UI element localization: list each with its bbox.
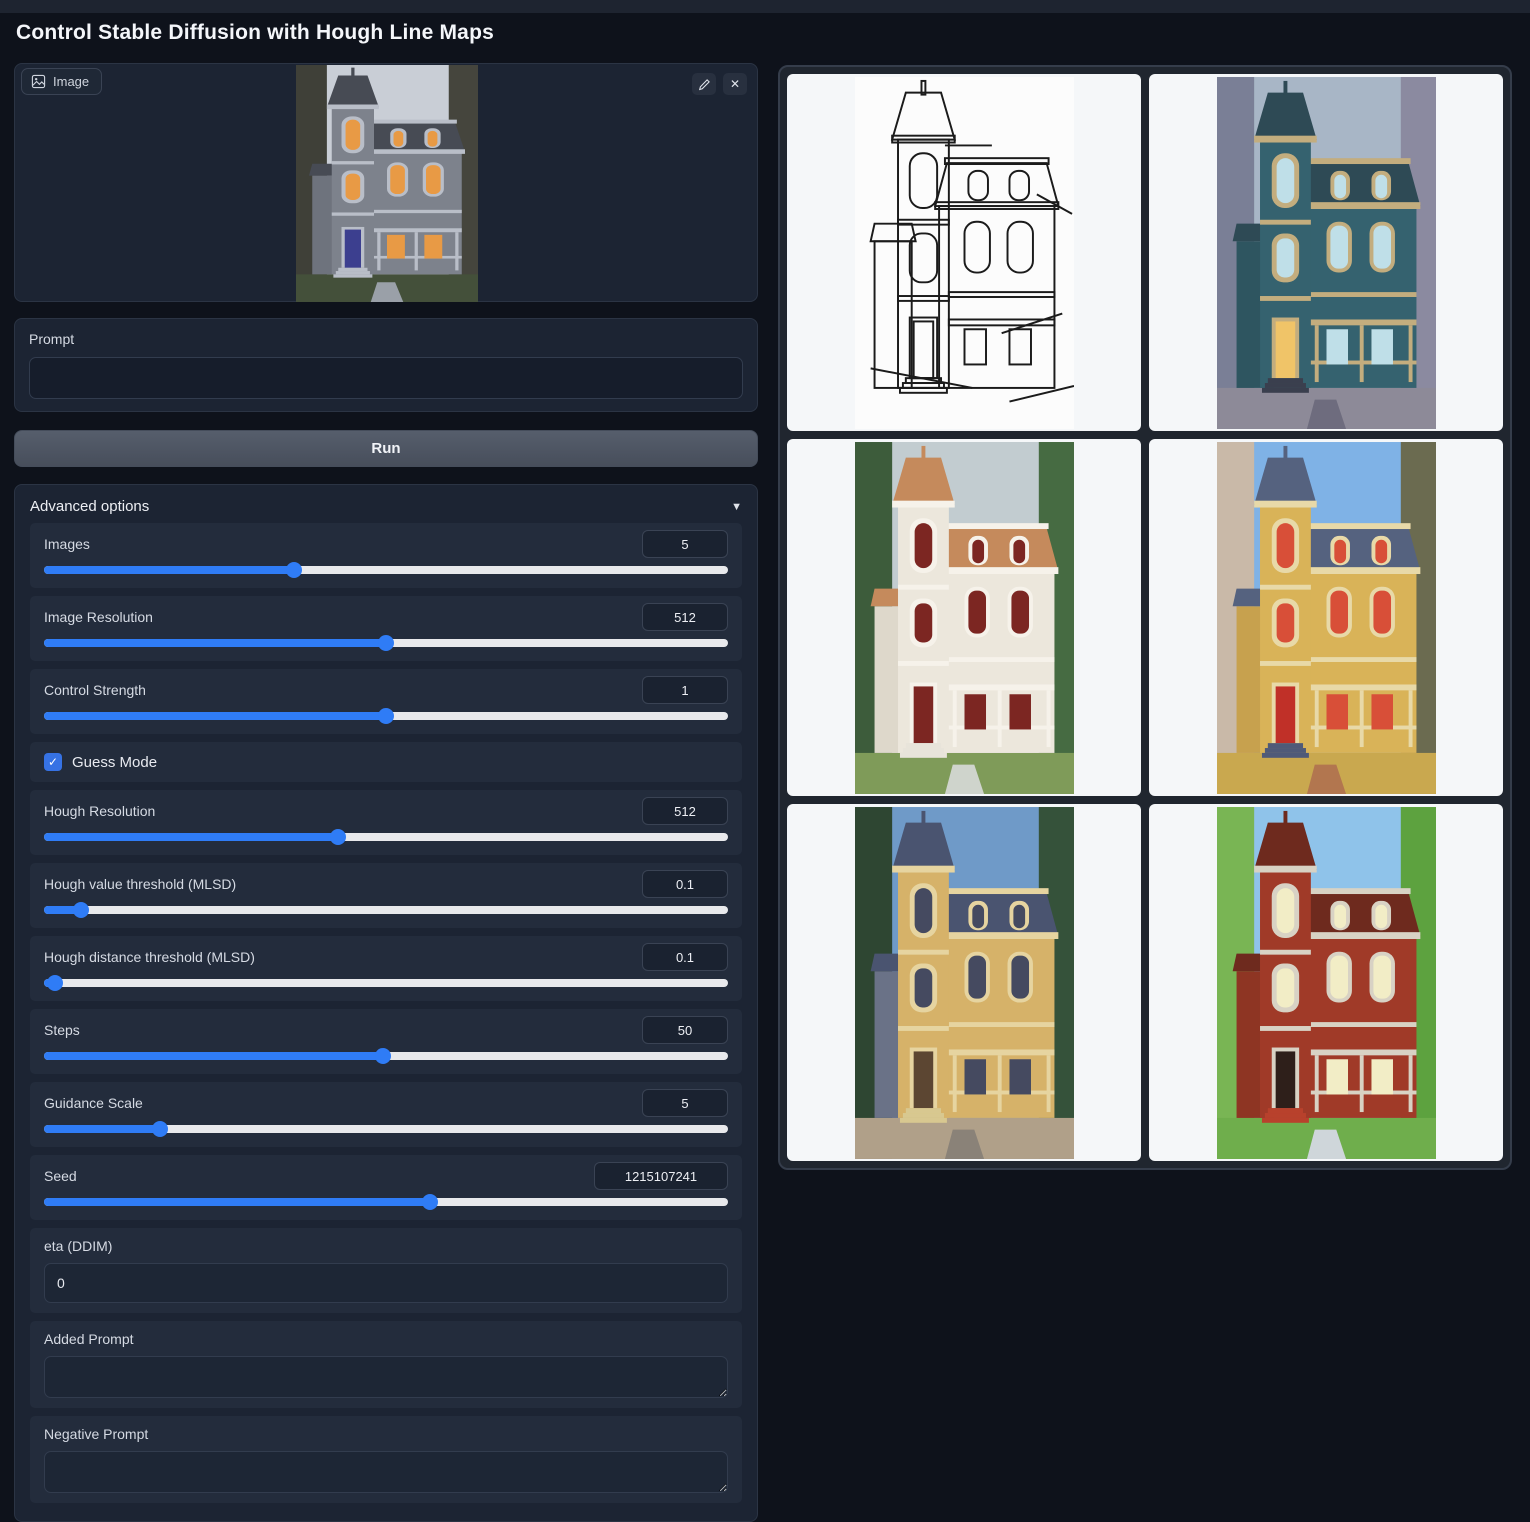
image-resolution-row: Image Resolution <box>30 596 742 661</box>
steps-label: Steps <box>44 1022 80 1038</box>
gallery-item-teal-victorian[interactable] <box>1149 74 1503 431</box>
guidance-scale-row: Guidance Scale <box>30 1082 742 1147</box>
teal-victorian-image <box>1217 77 1436 429</box>
top-strip <box>0 0 1530 13</box>
steps-row: Steps <box>30 1009 742 1074</box>
gallery-item-red-brick-victorian[interactable] <box>1149 804 1503 1161</box>
images-row: Images <box>30 523 742 588</box>
x-icon: ✕ <box>730 77 740 91</box>
seed-row: Seed <box>30 1155 742 1220</box>
guess-mode-row: ✓ Guess Mode <box>30 742 742 782</box>
red-brick-victorian-image <box>1217 807 1436 1159</box>
images-value-input[interactable] <box>642 530 728 558</box>
hough-resolution-label: Hough Resolution <box>44 803 155 819</box>
control-strength-value-input[interactable] <box>642 676 728 704</box>
hough-value-threshold-row: Hough value threshold (MLSD) <box>30 863 742 928</box>
gallery-item-gold-victorian[interactable] <box>787 804 1141 1161</box>
gold-victorian-image <box>855 807 1074 1159</box>
advanced-options-panel: Advanced options ▼ Images Image Resoluti… <box>14 484 758 1522</box>
control-strength-label: Control Strength <box>44 682 146 698</box>
advanced-options-title: Advanced options <box>30 498 149 515</box>
hough-value-threshold-label: Hough value threshold (MLSD) <box>44 876 236 892</box>
hough-line-map-image <box>855 77 1074 429</box>
hough-resolution-value-input[interactable] <box>642 797 728 825</box>
negative-prompt-input[interactable] <box>44 1451 728 1493</box>
image-input-label-tab: Image <box>21 68 102 95</box>
run-button[interactable]: Run <box>14 430 758 467</box>
seed-slider[interactable] <box>44 1194 728 1210</box>
hough-distance-threshold-slider[interactable] <box>44 975 728 991</box>
check-icon: ✓ <box>48 755 58 769</box>
steps-slider[interactable] <box>44 1048 728 1064</box>
hough-distance-threshold-label: Hough distance threshold (MLSD) <box>44 949 255 965</box>
images-label: Images <box>44 536 90 552</box>
guess-mode-label: Guess Mode <box>72 754 157 771</box>
yellow-victorian-image <box>1217 442 1436 794</box>
guidance-scale-value-input[interactable] <box>642 1089 728 1117</box>
pencil-icon <box>698 78 711 91</box>
added-prompt-row: Added Prompt <box>30 1321 742 1408</box>
gallery-item-white-victorian[interactable] <box>787 439 1141 796</box>
image-icon <box>31 74 46 89</box>
images-slider[interactable] <box>44 562 728 578</box>
hough-distance-threshold-row: Hough distance threshold (MLSD) <box>30 936 742 1001</box>
hough-resolution-row: Hough Resolution <box>30 790 742 855</box>
hough-value-threshold-value-input[interactable] <box>642 870 728 898</box>
image-input-panel: Image ✕ <box>14 63 758 302</box>
guidance-scale-label: Guidance Scale <box>44 1095 143 1111</box>
negative-prompt-row: Negative Prompt <box>30 1416 742 1503</box>
advanced-options-header[interactable]: Advanced options ▼ <box>30 498 742 515</box>
white-victorian-image <box>855 442 1074 794</box>
image-resolution-label: Image Resolution <box>44 609 153 625</box>
eta-ddim-label: eta (DDIM) <box>44 1238 728 1254</box>
input-image[interactable] <box>296 65 478 302</box>
clear-image-button[interactable]: ✕ <box>723 73 747 95</box>
hough-resolution-slider[interactable] <box>44 829 728 845</box>
prompt-panel: Prompt <box>14 318 758 412</box>
seed-value-input[interactable] <box>594 1162 728 1190</box>
gallery-item-hough-line-map[interactable] <box>787 74 1141 431</box>
image-resolution-slider[interactable] <box>44 635 728 651</box>
edit-image-button[interactable] <box>692 73 716 95</box>
prompt-input[interactable] <box>29 357 743 399</box>
added-prompt-input[interactable] <box>44 1356 728 1398</box>
app-title: Control Stable Diffusion with Hough Line… <box>16 20 758 46</box>
image-input-label: Image <box>53 74 89 89</box>
control-strength-slider[interactable] <box>44 708 728 724</box>
eta-ddim-row: eta (DDIM) <box>30 1228 742 1313</box>
guidance-scale-slider[interactable] <box>44 1121 728 1137</box>
chevron-down-icon: ▼ <box>731 501 742 513</box>
guess-mode-checkbox[interactable]: ✓ <box>44 753 62 771</box>
control-strength-row: Control Strength <box>30 669 742 734</box>
prompt-label: Prompt <box>29 331 743 347</box>
hough-distance-threshold-value-input[interactable] <box>642 943 728 971</box>
output-gallery <box>778 65 1512 1170</box>
hough-value-threshold-slider[interactable] <box>44 902 728 918</box>
added-prompt-label: Added Prompt <box>44 1331 728 1347</box>
steps-value-input[interactable] <box>642 1016 728 1044</box>
seed-label: Seed <box>44 1168 77 1184</box>
gallery-item-yellow-victorian[interactable] <box>1149 439 1503 796</box>
eta-ddim-input[interactable] <box>44 1263 728 1303</box>
image-resolution-value-input[interactable] <box>642 603 728 631</box>
negative-prompt-label: Negative Prompt <box>44 1426 728 1442</box>
